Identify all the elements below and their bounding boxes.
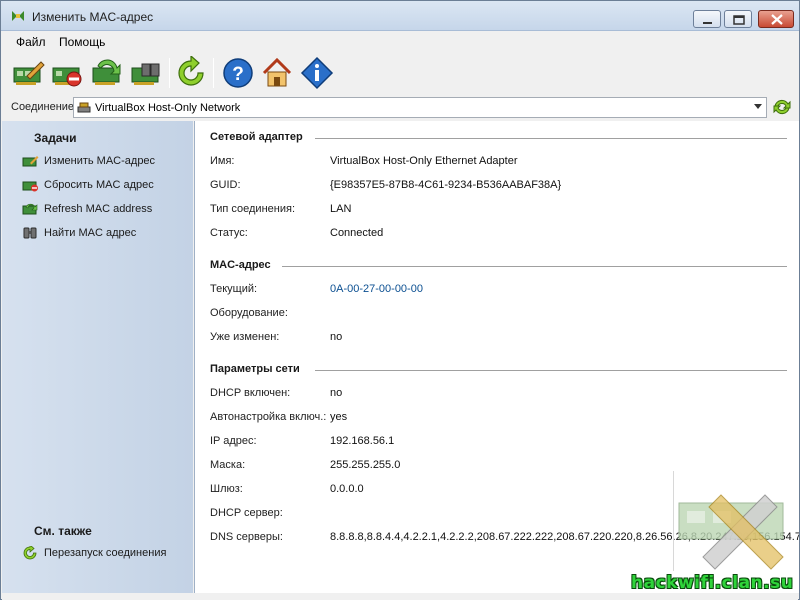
help-button[interactable]: ? <box>221 56 255 90</box>
label-status: Статус: <box>210 227 248 239</box>
svg-text:?: ? <box>232 64 244 85</box>
task-label: Refresh MAC address <box>44 203 153 215</box>
label-already-changed: Уже изменен: <box>210 331 280 343</box>
refresh-mac-button[interactable] <box>90 56 124 90</box>
info-button[interactable] <box>300 56 334 90</box>
refresh-mac-icon <box>22 203 38 215</box>
restart-icon <box>23 546 37 560</box>
section-divider <box>315 138 787 139</box>
label-dhcp-server: DHCP сервер: <box>210 507 283 519</box>
change-mac-icon <box>13 61 45 85</box>
chevron-down-icon[interactable] <box>754 104 762 109</box>
app-window: Изменить MAC-адрес Файл Помощь ? Соедине… <box>0 0 800 600</box>
minimize-button[interactable] <box>693 10 721 28</box>
task-reset-mac[interactable]: Сбросить MAC адрес <box>22 178 182 194</box>
window-title: Изменить MAC-адрес <box>32 10 154 24</box>
refresh-connections-icon[interactable] <box>772 97 792 117</box>
title-bar: Изменить MAC-адрес <box>1 1 799 31</box>
connection-value: VirtualBox Host-Only Network <box>95 102 241 114</box>
reset-mac-icon <box>52 67 82 87</box>
refresh-mac-icon <box>92 59 121 85</box>
menu-help[interactable]: Помощь <box>59 35 105 49</box>
label-dhcp-enabled: DHCP включен: <box>210 387 291 399</box>
menu-bar: Файл Помощь <box>2 32 798 51</box>
maximize-icon <box>733 15 745 25</box>
refresh-icon <box>178 54 204 86</box>
task-sidebar: Задачи Изменить MAC-адрес Сбросить MAC а… <box>2 121 193 593</box>
see-also-heading: См. также <box>34 524 92 538</box>
value-connection-type: LAN <box>330 203 352 215</box>
find-mac-button[interactable] <box>129 56 163 90</box>
change-mac-icon <box>22 156 39 167</box>
watermark-text: hackwifi.clan.su <box>631 573 794 593</box>
close-icon <box>771 14 783 25</box>
change-mac-button[interactable] <box>11 56 45 90</box>
value-gateway: 0.0.0.0 <box>330 483 364 495</box>
app-icon <box>12 11 24 21</box>
find-mac-icon <box>131 63 160 85</box>
reset-mac-button[interactable] <box>50 56 84 90</box>
refresh-button[interactable] <box>174 54 208 90</box>
connection-select[interactable]: VirtualBox Host-Only Network <box>73 97 767 118</box>
value-already-changed: no <box>330 331 343 343</box>
value-adapter-name: VirtualBox Host-Only Ethernet Adapter <box>330 155 518 167</box>
help-icon: ? <box>223 58 253 88</box>
close-button[interactable] <box>758 10 794 28</box>
task-label: Изменить MAC-адрес <box>44 155 156 167</box>
see-also-label: Перезапуск соединения <box>44 547 167 559</box>
value-guid: {E98357E5-87B8-4C61-9234-B536AABAF38A} <box>330 179 562 191</box>
label-connection-type: Тип соединения: <box>210 203 295 215</box>
maximize-button[interactable] <box>724 10 752 28</box>
label-autoconfig: Автонастройка включ.: <box>210 411 327 423</box>
restart-connection-link[interactable]: Перезапуск соединения <box>22 546 190 562</box>
label-current-mac: Текущий: <box>210 283 258 295</box>
watermark-graphic <box>673 471 784 571</box>
menu-file[interactable]: Файл <box>16 35 46 49</box>
reset-mac-icon <box>22 181 38 192</box>
value-ip-address: 192.168.56.1 <box>330 435 395 447</box>
label-adapter-name: Имя: <box>210 155 235 167</box>
value-dhcp-enabled: no <box>330 387 343 399</box>
binoculars-icon <box>23 227 37 239</box>
task-refresh-mac[interactable]: Refresh MAC address <box>22 202 182 218</box>
network-adapter-icon <box>77 102 91 113</box>
label-subnet-mask: Маска: <box>210 459 246 471</box>
toolbar-separator <box>169 58 170 88</box>
task-change-mac[interactable]: Изменить MAC-адрес <box>22 154 182 170</box>
section-title-network: Параметры сети <box>210 363 300 375</box>
label-ip-address: IP адрес: <box>210 435 257 447</box>
home-button[interactable] <box>260 56 294 90</box>
label-hardware-mac: Оборудование: <box>210 307 288 319</box>
tasks-heading: Задачи <box>34 131 77 145</box>
label-guid: GUID: <box>210 179 241 191</box>
section-divider <box>315 370 787 371</box>
value-status: Connected <box>330 227 384 239</box>
task-find-mac[interactable]: Найти MAC адрес <box>22 226 182 242</box>
value-subnet-mask: 255.255.255.0 <box>330 459 401 471</box>
toolbar-separator <box>213 58 214 88</box>
connection-label: Соединение <box>11 101 75 113</box>
home-icon <box>262 57 292 87</box>
task-label: Найти MAC адрес <box>44 227 137 239</box>
value-current-mac[interactable]: 0A-00-27-00-00-00 <box>330 283 423 295</box>
section-title-adapter: Сетевой адаптер <box>210 131 303 143</box>
minimize-icon <box>703 22 712 24</box>
value-autoconfig: yes <box>330 411 348 423</box>
label-dns-servers: DNS серверы: <box>210 531 283 543</box>
toolbar: ? <box>2 51 798 95</box>
status-bar <box>2 593 798 600</box>
info-icon <box>300 56 334 90</box>
label-gateway: Шлюз: <box>210 483 243 495</box>
connection-bar: Соединение VirtualBox Host-Only Network <box>2 95 798 120</box>
section-divider <box>282 266 787 267</box>
task-label: Сбросить MAC адрес <box>44 179 154 191</box>
section-title-mac: MAC-адрес <box>210 259 271 271</box>
